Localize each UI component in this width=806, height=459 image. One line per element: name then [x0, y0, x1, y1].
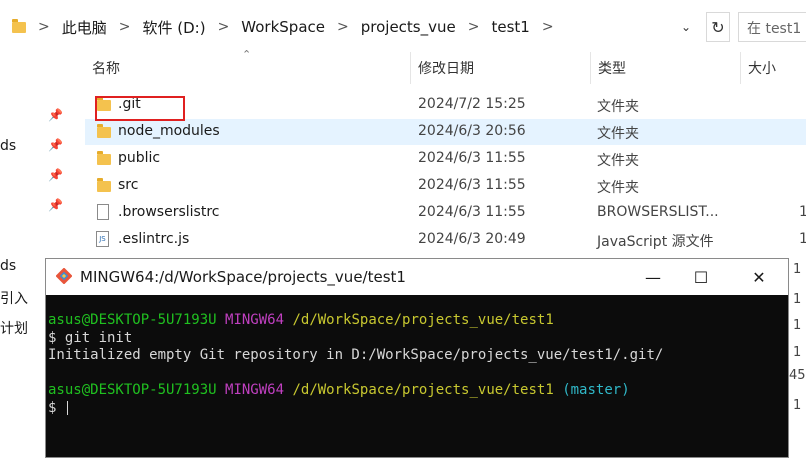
size-fragment: 1 [793, 318, 802, 333]
maximize-icon[interactable]: ☐ [678, 259, 724, 295]
file-icon [97, 204, 109, 220]
file-type: 文件夹 [597, 126, 639, 142]
file-name: src [118, 177, 139, 193]
file-type: BROWSERSLIST... [597, 204, 719, 220]
file-date: 2024/6/3 20:49 [418, 231, 526, 247]
breadcrumb-workspace[interactable]: WorkSpace [241, 18, 325, 36]
file-date: 2024/6/3 20:56 [418, 123, 526, 139]
prompt-shell: MINGW64 [225, 312, 285, 328]
sidebar-item-fragment[interactable]: ds [0, 138, 16, 154]
address-bar-area: > 此电脑 > 软件 (D:) > WorkSpace > projects_v… [0, 0, 806, 52]
close-icon[interactable]: ✕ [736, 259, 782, 295]
folder-icon [12, 18, 26, 33]
file-row[interactable]: node_modules 2024/6/3 20:56 文件夹 [85, 119, 806, 145]
folder-icon [97, 151, 111, 165]
breadcrumb-projects-vue[interactable]: projects_vue [361, 18, 456, 36]
size-fragment: 1 [793, 262, 802, 277]
size-fragment: 1 [793, 398, 802, 413]
column-header-type[interactable]: 类型 [598, 58, 626, 78]
file-date: 2024/6/3 11:55 [418, 177, 526, 193]
file-size: 1 [799, 204, 806, 220]
breadcrumb-this-pc[interactable]: 此电脑 [62, 17, 107, 38]
sidebar-item-fragment[interactable]: 引入 [0, 288, 28, 308]
breadcrumb-drive-d[interactable]: 软件 (D:) [142, 17, 205, 38]
file-date: 2024/7/2 15:25 [418, 96, 526, 112]
refresh-icon[interactable]: ↻ [706, 12, 730, 42]
size-fragment: 1 [793, 345, 802, 360]
prompt-user-host: asus@DESKTOP-5U7193U [48, 382, 217, 398]
minimize-icon[interactable]: — [630, 259, 676, 295]
command-output: Initialized empty Git repository in D:/W… [48, 347, 664, 363]
column-divider[interactable] [590, 52, 591, 84]
file-row[interactable]: public 2024/6/3 11:55 文件夹 [85, 146, 806, 172]
file-row[interactable]: .git 2024/7/2 15:25 文件夹 [85, 92, 806, 118]
input-line[interactable]: $ [48, 400, 788, 418]
prompt-path: /d/WorkSpace/projects_vue/test1 [292, 312, 554, 328]
file-name: node_modules [118, 123, 220, 139]
prompt-user-host: asus@DESKTOP-5U7193U [48, 312, 217, 328]
prompt-shell: MINGW64 [225, 382, 285, 398]
column-divider[interactable] [740, 52, 741, 84]
text-cursor [66, 400, 68, 415]
git-bash-logo-icon [56, 268, 72, 284]
chevron-right-icon[interactable]: > [206, 19, 242, 35]
prompt-branch: (master) [562, 382, 630, 398]
chevron-right-icon[interactable]: > [530, 19, 566, 35]
terminal-output[interactable]: asus@DESKTOP-5U7193U MINGW64 /d/WorkSpac… [46, 295, 788, 459]
column-header-date[interactable]: 修改日期 [418, 58, 474, 78]
file-row[interactable]: JS .eslintrc.js 2024/6/3 20:49 JavaScrip… [85, 227, 806, 253]
file-date: 2024/6/3 11:55 [418, 204, 526, 220]
sidebar-item-fragment[interactable]: ds [0, 258, 16, 274]
sort-ascending-icon: ⌃ [242, 48, 252, 61]
file-type: 文件夹 [597, 153, 639, 169]
breadcrumb[interactable]: > 此电脑 > 软件 (D:) > WorkSpace > projects_v… [2, 12, 702, 42]
pin-icon[interactable]: 📌 [48, 138, 63, 152]
breadcrumb-test1[interactable]: test1 [491, 18, 529, 36]
prompt-symbol: $ [48, 399, 57, 416]
file-name: public [118, 150, 161, 166]
search-input[interactable]: 在 test1 [738, 12, 806, 42]
folder-icon [97, 124, 111, 138]
file-type: 文件夹 [597, 99, 639, 115]
command-line: $ git init [48, 329, 133, 346]
file-size: 1 [799, 231, 806, 247]
pin-icon[interactable]: 📌 [48, 198, 63, 212]
terminal-title: MINGW64:/d/WorkSpace/projects_vue/test1 [80, 268, 406, 286]
size-fragment: 45 [789, 368, 806, 383]
file-name: .eslintrc.js [118, 231, 190, 247]
file-date: 2024/6/3 11:55 [418, 150, 526, 166]
terminal-window[interactable]: MINGW64:/d/WorkSpace/projects_vue/test1 … [45, 258, 789, 458]
column-divider[interactable] [410, 52, 411, 84]
sidebar-item-fragment[interactable]: 计划 [0, 318, 28, 338]
pin-icon[interactable]: 📌 [48, 168, 63, 182]
file-type: JavaScript 源文件 [597, 234, 714, 250]
highlight-box [95, 96, 185, 121]
size-fragment: 1 [793, 292, 802, 307]
file-type: 文件夹 [597, 180, 639, 196]
chevron-right-icon[interactable]: > [456, 19, 492, 35]
file-row[interactable]: .browserslistrc 2024/6/3 11:55 BROWSERSL… [85, 200, 806, 226]
chevron-right-icon[interactable]: > [325, 19, 361, 35]
file-name: .browserslistrc [118, 204, 220, 220]
file-row[interactable]: src 2024/6/3 11:55 文件夹 [85, 173, 806, 199]
prompt-line: asus@DESKTOP-5U7193U MINGW64 /d/WorkSpac… [48, 382, 788, 400]
folder-icon [97, 178, 111, 192]
chevron-right-icon[interactable]: > [107, 19, 143, 35]
prompt-path: /d/WorkSpace/projects_vue/test1 [292, 382, 554, 398]
column-header-name[interactable]: 名称 [92, 58, 120, 78]
prompt-line: asus@DESKTOP-5U7193U MINGW64 /d/WorkSpac… [48, 312, 788, 330]
pin-icon[interactable]: 📌 [48, 108, 63, 122]
chevron-right-icon[interactable]: > [26, 19, 62, 35]
javascript-file-icon: JS [96, 231, 109, 247]
terminal-title-bar[interactable]: MINGW64:/d/WorkSpace/projects_vue/test1 … [46, 259, 788, 295]
history-dropdown-icon[interactable]: ⌄ [681, 20, 691, 34]
column-header-size[interactable]: 大小 [748, 58, 776, 78]
